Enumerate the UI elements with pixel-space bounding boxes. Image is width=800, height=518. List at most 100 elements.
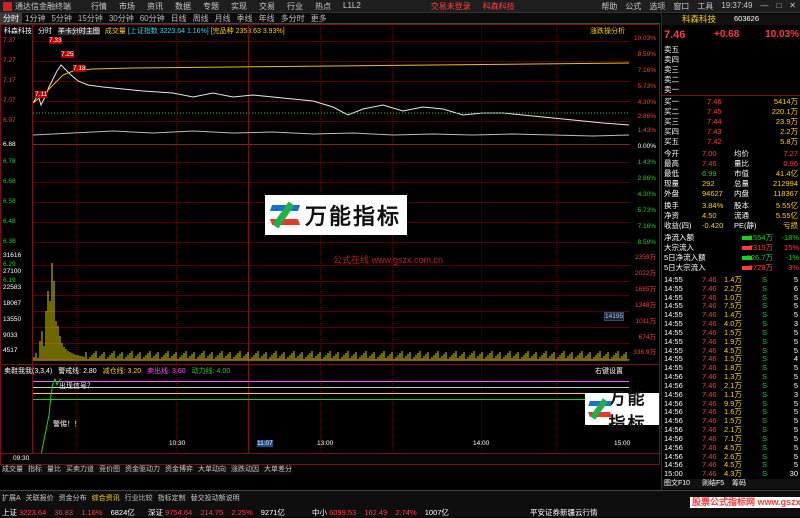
stat-label: 最低 — [664, 169, 679, 178]
quote-panel: 科森科技 603626 7.46 +0.68 10.03% 卖五 卖四 卖三 卖二 卖一… — [661, 13, 800, 490]
menu-help[interactable]: 帮助 — [601, 1, 617, 12]
menu-item[interactable]: L1L2 — [343, 1, 361, 12]
index-sme[interactable]: 中小 6099.53 162.49 2.74% 1007亿 — [312, 507, 449, 518]
pct-label: 7.16% — [637, 223, 656, 230]
ind-tab[interactable]: 买卖力道 — [66, 465, 94, 475]
ext-tab[interactable]: 替交投动额说明 — [191, 494, 240, 503]
menu-item[interactable]: 热点 — [315, 1, 331, 12]
chart-mode: 分时 — [37, 28, 52, 35]
tab-1min[interactable]: 1分钟 — [22, 13, 48, 23]
ask-row: 卖二 — [662, 75, 800, 85]
ind-tab[interactable]: 指标 — [28, 465, 42, 475]
menu-tools[interactable]: 工具 — [697, 1, 713, 12]
index-name: 深证 — [148, 508, 163, 517]
index-shanghai[interactable]: 上证 3223.64 36.83 1.16% 6824亿 — [2, 507, 135, 518]
tab-5min[interactable]: 5分钟 — [48, 13, 74, 23]
menu-item[interactable]: 专题 — [203, 1, 219, 12]
ext-tab[interactable]: 资金分布 — [59, 494, 87, 503]
ind-tab[interactable]: 大单差分 — [264, 465, 292, 475]
tab-f10[interactable]: 图文F10 — [664, 479, 690, 489]
tab-15min[interactable]: 15分钟 — [75, 13, 106, 23]
vol-label: 31616 — [3, 252, 22, 259]
tab-30min[interactable]: 30分钟 — [106, 13, 137, 23]
menu-item[interactable]: 资讯 — [147, 1, 163, 12]
ext-tab[interactable]: 行业比较 — [125, 494, 153, 503]
bid-row: 买一 7.46 5414万 — [662, 97, 800, 107]
ind-tab[interactable]: 大单动向 — [198, 465, 226, 475]
indicator-settings[interactable]: 右键设置 — [595, 366, 623, 376]
flow-pct: 15% — [783, 243, 799, 252]
tab-daily[interactable]: 日线 — [168, 13, 190, 23]
tab-monthly[interactable]: 月线 — [212, 13, 234, 23]
price-label: 6.38 — [3, 238, 16, 245]
close-icon[interactable]: ✕ — [789, 1, 796, 12]
stat-label: 换手 — [664, 201, 679, 210]
ext-tab[interactable]: 扩展A — [2, 494, 21, 503]
cursor-time: 11:07 — [257, 440, 273, 447]
login-status[interactable]: 交易未登录 — [431, 1, 471, 12]
menu-item[interactable]: 行情 — [91, 1, 107, 12]
menu-item[interactable]: 实现 — [231, 1, 247, 12]
maximize-icon[interactable]: □ — [776, 1, 781, 12]
ind-tab[interactable]: 成交量 — [2, 465, 23, 475]
menu-item[interactable]: 市场 — [119, 1, 135, 12]
ext-tab[interactable]: 指标定制 — [158, 494, 186, 503]
vol-label: 18067 — [3, 300, 22, 307]
stat-row: 最低 6.99 市值 41.4亿 — [662, 169, 800, 179]
index-shenzhen[interactable]: 深证 9754.64 214.75 2.25% 9271亿 — [148, 507, 285, 518]
menu-item[interactable]: 数据 — [175, 1, 191, 12]
ind-tab[interactable]: 资金驱动力 — [125, 465, 160, 475]
clock: 19:37:49 — [721, 0, 753, 10]
ind-tab[interactable]: 量比 — [47, 465, 61, 475]
ext-tab[interactable]: 关联报价 — [26, 494, 54, 503]
flow-pct: 3% — [788, 263, 799, 272]
ask-label: 卖二 — [664, 75, 679, 84]
app-logo-icon — [3, 1, 12, 11]
indicator-line4: 动力线: 4.00 — [191, 368, 231, 375]
tab-multi-intraday[interactable]: 多分时 — [278, 13, 308, 23]
watermark-logo-2: 万能指标 — [585, 389, 659, 433]
promo-link[interactable]: 科森科技 — [483, 1, 515, 12]
menu-item[interactable]: 交易 — [259, 1, 275, 12]
indicator-name[interactable]: 卖鞋我我(3,3,4) — [4, 368, 52, 375]
tab-60min[interactable]: 60分钟 — [137, 13, 168, 23]
index-value: 6099.53 — [329, 508, 357, 517]
tab-quarterly[interactable]: 季线 — [234, 13, 256, 23]
tick-side: S — [762, 469, 768, 478]
price-label: 6.78 — [3, 158, 16, 165]
ask-label: 卖三 — [664, 65, 679, 74]
menu-window[interactable]: 窗口 — [673, 1, 689, 12]
bid-volume: 220.1万 — [771, 107, 798, 116]
tab-link[interactable]: 则结F5 — [702, 479, 724, 489]
ask-row: 卖四 — [662, 55, 800, 65]
menu-formula[interactable]: 公式 — [625, 1, 641, 12]
bid-volume: 23.9万 — [775, 117, 798, 126]
ind-tab[interactable]: 资金博弈 — [165, 465, 193, 475]
ind-tab[interactable]: 涨跌动因 — [231, 465, 259, 475]
ind-tab[interactable]: 竞价图 — [99, 465, 120, 475]
tab-intraday[interactable]: 分时 — [0, 13, 22, 23]
tab-weekly[interactable]: 周线 — [190, 13, 212, 23]
intraday-chart[interactable]: 科森科技 分时 羊卡分时主图 成交量 [上证指数 3223.64 1.16%] … — [0, 24, 660, 468]
bid-volume: 5414万 — [773, 97, 798, 106]
stat-label: 流通 — [734, 211, 749, 220]
price-label: 6.19 — [3, 277, 16, 284]
stat-row: 今开 7.00 均价 7.27 — [662, 149, 800, 159]
flow-value: -526.7万 — [744, 253, 773, 262]
pct-label: 5.73% — [637, 83, 656, 90]
vol-right-label: 674万 — [638, 334, 656, 341]
tab-chips[interactable]: 筹码 — [732, 479, 746, 489]
ext-tab[interactable]: 综合资讯 — [92, 494, 120, 503]
time-label: 15:00 — [614, 440, 631, 447]
vol-right-label: 2359万 — [635, 254, 656, 261]
tick-time: 15:00 — [664, 469, 683, 478]
tab-yearly[interactable]: 年线 — [256, 13, 278, 23]
tab-more[interactable]: 更多 — [308, 13, 330, 23]
price-line — [33, 64, 629, 126]
pct-label: 1.43% — [637, 127, 656, 134]
menu-item[interactable]: 行业 — [287, 1, 303, 12]
menu-options[interactable]: 选项 — [649, 1, 665, 12]
quote-stock-code: 603626 — [734, 14, 760, 23]
power-line — [33, 399, 629, 400]
minimize-icon[interactable]: — — [760, 1, 768, 12]
